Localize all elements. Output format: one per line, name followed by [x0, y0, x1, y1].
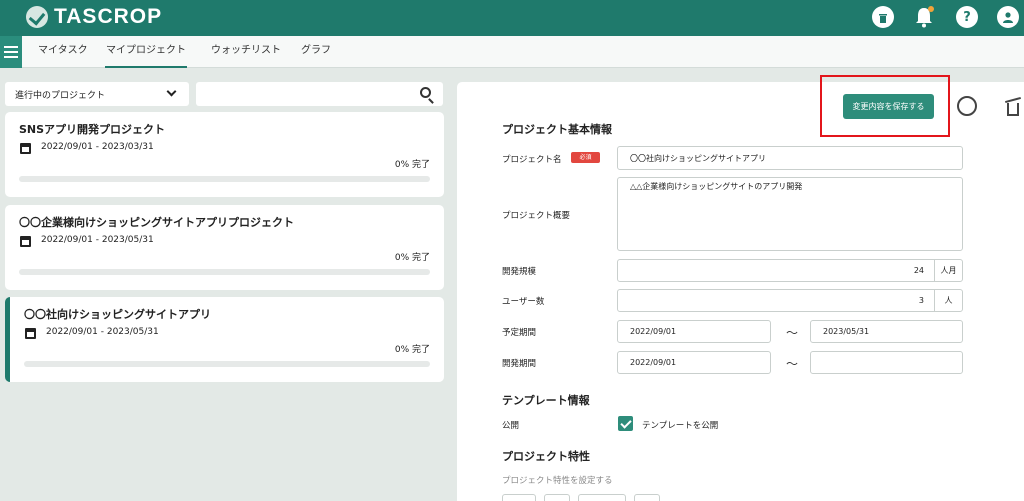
project-summary-label: プロジェクト概要 — [502, 211, 571, 221]
calendar-icon — [20, 236, 31, 247]
tab-graph[interactable]: グラフ — [301, 36, 331, 68]
project-dates: 2022/09/01 - 2023/03/31 — [41, 142, 154, 152]
project-traits-hint[interactable]: プロジェクト特性を設定する — [502, 474, 613, 486]
range-separator: ～ — [786, 357, 799, 371]
tab-my-tasks[interactable]: マイタスク — [38, 36, 88, 68]
trait-chip[interactable] — [634, 494, 660, 501]
user-count-value: 3 — [918, 296, 924, 305]
required-badge: 必須 — [571, 152, 600, 163]
calendar-icon — [20, 143, 31, 154]
user-count-unit: 人 — [934, 290, 962, 311]
project-title: SNSアプリ開発プロジェクト — [19, 123, 166, 136]
user-icon[interactable] — [997, 6, 1019, 28]
dev-scale-unit: 人月 — [934, 260, 962, 281]
planned-end-value: 2023/05/31 — [823, 327, 870, 336]
trait-chip[interactable] — [578, 494, 626, 501]
project-traits-heading: プロジェクト特性 — [502, 450, 590, 463]
project-name-value: 〇〇社向けショッピングサイトアプリ — [630, 153, 766, 163]
planned-start-field[interactable]: 2022/09/01 — [617, 320, 771, 343]
dev-start-field[interactable]: 2022/09/01 — [617, 351, 771, 374]
main-nav: マイタスク マイプロジェクト ウォッチリスト グラフ — [0, 36, 1024, 68]
project-card[interactable]: 〇〇企業様向けショッピングサイトアプリプロジェクト 2022/09/01 - 2… — [5, 205, 444, 290]
dev-period-label: 開発期間 — [502, 359, 537, 369]
planned-start-value: 2022/09/01 — [630, 327, 677, 336]
user-count-field[interactable]: 3 人 — [617, 289, 963, 312]
tab-watchlist[interactable]: ウォッチリスト — [211, 36, 281, 68]
progress-bar — [19, 269, 430, 275]
project-summary-field[interactable]: △△企業様向けショッピングサイトのアプリ開発 — [617, 177, 963, 251]
notification-dot — [928, 6, 934, 12]
planned-end-field[interactable]: 2023/05/31 — [810, 320, 963, 343]
complete-circle-icon[interactable] — [957, 96, 977, 116]
dev-end-field[interactable] — [810, 351, 963, 374]
project-search-input[interactable] — [196, 82, 443, 106]
project-filter-select[interactable]: 進行中のプロジェクト — [5, 82, 189, 106]
project-card[interactable]: SNSアプリ開発プロジェクト 2022/09/01 - 2023/03/31 0… — [5, 112, 444, 197]
help-glyph: ? — [963, 9, 971, 25]
range-separator: ～ — [786, 326, 799, 340]
project-title: 〇〇社向けショッピングサイトアプリ — [24, 308, 211, 321]
search-icon[interactable] — [420, 87, 431, 98]
project-progress-text: 0% 完了 — [394, 253, 430, 263]
project-summary-value: △△企業様向けショッピングサイトのアプリ開発 — [630, 182, 803, 191]
project-dates: 2022/09/01 - 2023/05/31 — [46, 327, 159, 337]
project-progress-text: 0% 完了 — [394, 345, 430, 355]
save-changes-button[interactable]: 変更内容を保存する — [843, 94, 934, 119]
help-icon[interactable]: ? — [956, 6, 978, 28]
project-filter-value: 進行中のプロジェクト — [15, 91, 106, 101]
app-logo[interactable]: TASCROP — [26, 5, 162, 29]
menu-icon[interactable] — [0, 36, 22, 68]
chevron-down-icon — [166, 86, 177, 97]
progress-bar — [24, 361, 430, 367]
project-title: 〇〇企業様向けショッピングサイトアプリプロジェクト — [19, 216, 294, 229]
template-info-heading: テンプレート情報 — [502, 394, 590, 407]
basic-info-heading: プロジェクト基本情報 — [502, 123, 612, 136]
top-header: TASCROP ? — [0, 0, 1024, 36]
public-checkbox[interactable] — [618, 416, 633, 431]
project-card-selected[interactable]: 〇〇社向けショッピングサイトアプリ 2022/09/01 - 2023/05/3… — [5, 297, 444, 382]
bell-icon[interactable] — [913, 6, 935, 28]
dev-start-value: 2022/09/01 — [630, 358, 677, 367]
project-name-field[interactable]: 〇〇社向けショッピングサイトアプリ — [617, 146, 963, 170]
dev-scale-label: 開発規模 — [502, 267, 537, 277]
user-count-label: ユーザー数 — [502, 297, 545, 307]
delete-trash-icon[interactable] — [1005, 96, 1021, 116]
calendar-icon — [25, 328, 36, 339]
logo-check-icon — [26, 6, 48, 28]
trait-chip[interactable] — [544, 494, 570, 501]
project-progress-text: 0% 完了 — [394, 160, 430, 170]
trait-chip[interactable] — [502, 494, 536, 501]
public-label: 公開 — [502, 421, 520, 431]
tab-my-projects[interactable]: マイプロジェクト — [105, 36, 187, 68]
dev-scale-value: 24 — [913, 266, 924, 275]
project-name-label: プロジェクト名 — [502, 155, 562, 165]
project-dates: 2022/09/01 - 2023/05/31 — [41, 235, 154, 245]
trash-icon[interactable] — [872, 6, 894, 28]
logo-text: TASCROP — [54, 5, 163, 28]
dev-scale-field[interactable]: 24 人月 — [617, 259, 963, 282]
progress-bar — [19, 176, 430, 182]
public-checkbox-label[interactable]: テンプレートを公開 — [642, 419, 718, 431]
planned-period-label: 予定期間 — [502, 328, 537, 338]
